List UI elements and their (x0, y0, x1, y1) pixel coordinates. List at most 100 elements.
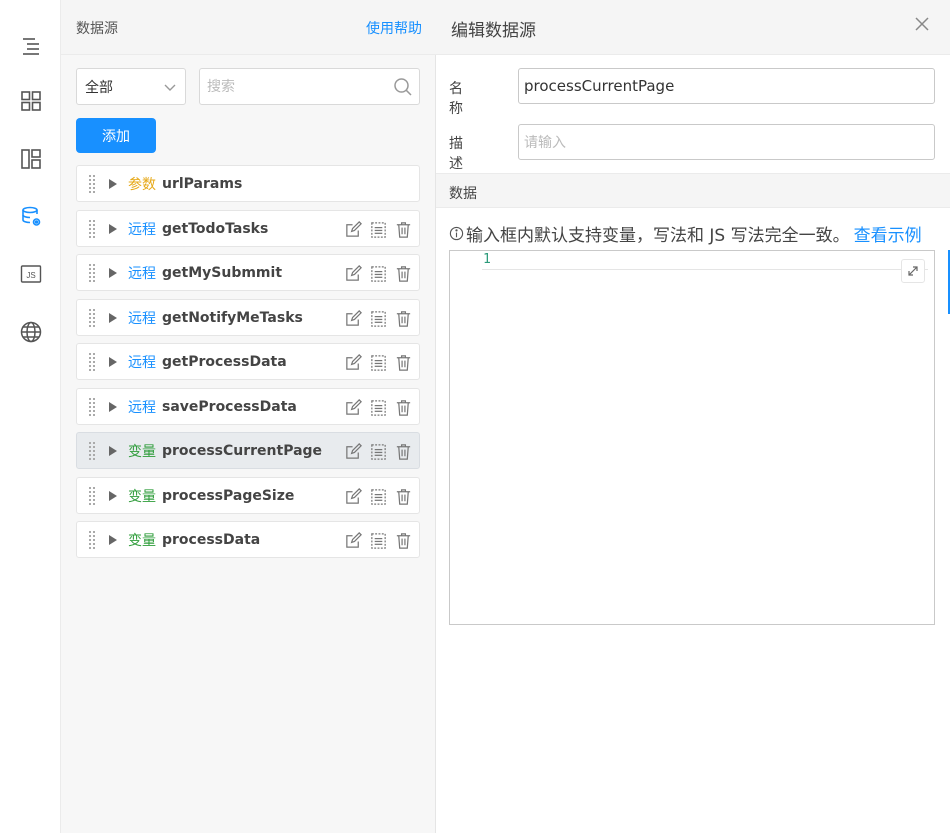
datasource-type-label: 变量 (128, 488, 156, 505)
copy-icon[interactable] (368, 397, 388, 417)
layout-icon (20, 148, 41, 169)
copy-icon[interactable] (368, 441, 388, 461)
drag-handle-icon[interactable] (89, 352, 97, 371)
layout-button[interactable] (15, 143, 46, 174)
drag-handle-icon[interactable] (89, 308, 97, 327)
datasource-type-label: 变量 (128, 532, 156, 549)
globe-button[interactable] (15, 316, 46, 347)
datasource-name: getNotifyMeTasks (162, 309, 303, 326)
expand-caret-icon[interactable] (109, 223, 117, 234)
search-input[interactable] (200, 69, 380, 104)
name-label: 名称 (449, 81, 493, 117)
datasource-item[interactable]: 变量 processData (76, 521, 420, 558)
expand-caret-icon[interactable] (109, 312, 117, 323)
drag-handle-icon[interactable] (89, 397, 97, 416)
expand-caret-icon[interactable] (109, 178, 117, 189)
edit-datasource-panel: 编辑数据源 名称 描述 数据 输入框内默认支持变量，写法和 JS 写法完全一致。… (436, 0, 950, 833)
datasource-item[interactable]: 远程 getTodoTasks (76, 210, 420, 247)
components-icon (20, 90, 41, 111)
copy-icon[interactable] (368, 530, 388, 550)
drag-handle-icon[interactable] (89, 486, 97, 505)
delete-icon[interactable] (393, 263, 413, 283)
edit-icon[interactable] (343, 263, 363, 283)
delete-icon[interactable] (393, 397, 413, 417)
expand-caret-icon[interactable] (109, 356, 117, 367)
info-icon (449, 226, 464, 241)
description-input[interactable] (519, 125, 934, 159)
datasource-item[interactable]: 远程 getNotifyMeTasks (76, 299, 420, 336)
delete-icon[interactable] (393, 308, 413, 328)
datasource-actions (343, 486, 413, 506)
drag-handle-icon[interactable] (89, 174, 97, 193)
drag-handle-icon[interactable] (89, 263, 97, 282)
outline-icon (22, 37, 39, 55)
search-box (199, 68, 420, 105)
datasource-item[interactable]: 参数 urlParams (76, 165, 420, 202)
edit-icon[interactable] (343, 441, 363, 461)
datasource-item[interactable]: 远程 getProcessData (76, 343, 420, 380)
js-button[interactable]: JS (15, 258, 46, 289)
chevron-down-icon (164, 84, 176, 91)
delete-icon[interactable] (393, 219, 413, 239)
datasource-actions (343, 219, 413, 239)
description-label: 描述 (449, 136, 493, 172)
expand-caret-icon[interactable] (109, 490, 117, 501)
drag-handle-icon[interactable] (89, 530, 97, 549)
copy-icon[interactable] (368, 352, 388, 372)
components-button[interactable] (15, 85, 46, 116)
drag-handle-icon[interactable] (89, 219, 97, 238)
expand-caret-icon[interactable] (109, 445, 117, 456)
name-input[interactable] (519, 69, 934, 103)
copy-icon[interactable] (368, 219, 388, 239)
outline-button[interactable] (15, 30, 46, 61)
delete-icon[interactable] (393, 530, 413, 550)
drag-handle-icon[interactable] (89, 441, 97, 460)
icon-rail: JS (0, 0, 61, 833)
description-field (518, 124, 935, 160)
delete-icon[interactable] (393, 486, 413, 506)
app-root: JS 数据源 使用帮助 全部 添加 参数 urlParams 远程 getTodoTa… (0, 0, 950, 833)
type-filter-select[interactable]: 全部 (76, 68, 186, 105)
datasource-button[interactable] (15, 201, 46, 232)
view-example-link[interactable]: 查看示例 (854, 221, 922, 246)
copy-icon[interactable] (368, 308, 388, 328)
edit-icon[interactable] (343, 308, 363, 328)
datasource-type-label: 变量 (128, 443, 156, 460)
expand-caret-icon[interactable] (109, 267, 117, 278)
edit-header: 编辑数据源 (436, 0, 950, 55)
help-link[interactable]: 使用帮助 (366, 18, 422, 38)
datasource-item[interactable]: 远程 getMySubmmit (76, 254, 420, 291)
fullscreen-button[interactable] (901, 259, 925, 283)
delete-icon[interactable] (393, 352, 413, 372)
editor-tip: 输入框内默认支持变量，写法和 JS 写法完全一致。 查看示例 (449, 221, 922, 246)
datasource-icon (21, 206, 40, 226)
tip-text: 输入框内默认支持变量，写法和 JS 写法完全一致。 (466, 226, 850, 246)
type-filter-value: 全部 (85, 79, 113, 96)
datasource-name: processPageSize (162, 487, 295, 504)
expand-caret-icon[interactable] (109, 534, 117, 545)
expand-caret-icon[interactable] (109, 401, 117, 412)
edit-icon[interactable] (343, 530, 363, 550)
add-button[interactable]: 添加 (76, 118, 156, 153)
datasource-name: getTodoTasks (162, 220, 269, 237)
js-icon: JS (20, 264, 41, 283)
name-field (518, 68, 935, 104)
datasource-actions (343, 441, 413, 461)
copy-icon[interactable] (368, 486, 388, 506)
search-icon[interactable] (393, 77, 413, 97)
edit-icon[interactable] (343, 352, 363, 372)
datasource-actions (343, 397, 413, 417)
delete-icon[interactable] (393, 441, 413, 461)
datasource-item[interactable]: 远程 saveProcessData (76, 388, 420, 425)
edit-icon[interactable] (343, 486, 363, 506)
datasource-type-label: 远程 (128, 221, 156, 238)
code-input-area[interactable] (495, 251, 925, 270)
edit-icon[interactable] (343, 397, 363, 417)
code-editor[interactable]: 1 (449, 250, 935, 625)
close-icon[interactable] (912, 14, 932, 34)
datasource-list-panel: 数据源 使用帮助 全部 添加 参数 urlParams 远程 getTodoTasks… (61, 0, 436, 833)
copy-icon[interactable] (368, 263, 388, 283)
edit-icon[interactable] (343, 219, 363, 239)
datasource-item[interactable]: 变量 processPageSize (76, 477, 420, 514)
datasource-item[interactable]: 变量 processCurrentPage (76, 432, 420, 469)
